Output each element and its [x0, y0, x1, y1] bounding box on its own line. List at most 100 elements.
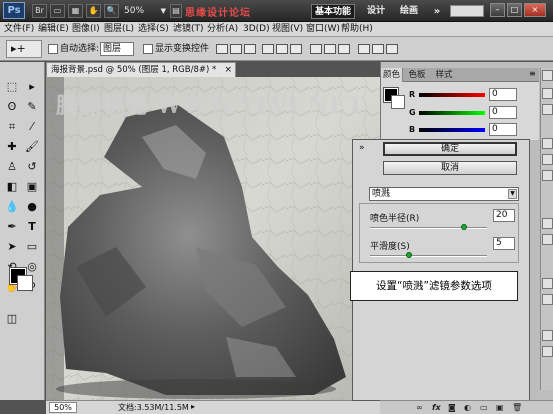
green-value-field[interactable]: 0	[489, 106, 517, 119]
status-menu-arrow-icon[interactable]: ▸	[191, 402, 195, 411]
tool-preset-picker[interactable]: ▸+	[6, 40, 42, 58]
link-layers-icon[interactable]: ∞	[416, 403, 423, 412]
adjustments-icon[interactable]	[542, 88, 553, 99]
new-group-icon[interactable]: ▭	[480, 403, 488, 412]
spray-radius-slider-thumb[interactable]	[460, 224, 467, 230]
smoothness-field[interactable]: 5	[493, 237, 515, 250]
document-tab[interactable]: 海报背景.psd @ 50% (图层 1, RGB/8#) * ×	[46, 62, 236, 77]
minimize-button[interactable]: –	[490, 3, 505, 17]
pen-tool-icon[interactable]: ✒	[3, 218, 21, 235]
distribute-left-icon[interactable]	[358, 44, 370, 54]
gradient-tool-icon[interactable]: ▣	[23, 178, 41, 195]
menu-help[interactable]: 帮助(H)	[341, 23, 373, 36]
actions-icon[interactable]	[542, 234, 553, 245]
align-left-icon[interactable]	[262, 44, 274, 54]
distribute-vcenter-icon[interactable]	[324, 44, 336, 54]
align-top-icon[interactable]	[216, 44, 228, 54]
distribute-bottom-icon[interactable]	[338, 44, 350, 54]
align-bottom-icon[interactable]	[244, 44, 256, 54]
blue-value-field[interactable]: 0	[489, 123, 517, 136]
quick-select-tool-icon[interactable]: ✎	[23, 98, 41, 115]
background-color-swatch[interactable]	[17, 275, 33, 291]
bridge-icon[interactable]: Br	[32, 4, 47, 18]
panel-menu-icon[interactable]: ≡	[529, 69, 536, 78]
tab-swatches[interactable]: 色板	[404, 68, 430, 82]
workspace-essentials-button[interactable]: 基本功能	[311, 4, 355, 19]
align-right-icon[interactable]	[290, 44, 302, 54]
menu-filter[interactable]: 滤镜(T)	[173, 23, 204, 36]
menu-window[interactable]: 窗口(W)	[306, 23, 340, 36]
workspace-design-button[interactable]: 设计	[362, 4, 390, 19]
menu-image[interactable]: 图像(I)	[72, 23, 100, 36]
more-workspaces-button[interactable]: »	[430, 4, 444, 19]
eraser-tool-icon[interactable]: ◧	[3, 178, 21, 195]
green-slider[interactable]	[419, 111, 485, 115]
move-tool-icon[interactable]: ▸	[23, 78, 41, 95]
menu-layer[interactable]: 图层(L)	[104, 23, 134, 36]
align-hcenter-icon[interactable]	[276, 44, 288, 54]
restore-button[interactable]: □	[507, 3, 522, 17]
layers-icon[interactable]	[542, 138, 553, 149]
filter-select[interactable]: 喷溅 ▼	[369, 187, 519, 201]
history-brush-tool-icon[interactable]: ↺	[23, 158, 41, 175]
spray-radius-field[interactable]: 20	[493, 209, 515, 222]
menu-select[interactable]: 选择(S)	[138, 23, 169, 36]
smoothness-slider-thumb[interactable]	[405, 252, 412, 258]
cs-live-search-field[interactable]	[450, 5, 484, 17]
menu-analysis[interactable]: 分析(A)	[207, 23, 238, 36]
arrange-documents-icon[interactable]: ▤	[170, 4, 182, 18]
layer-style-icon[interactable]: fx	[432, 403, 441, 412]
channels-icon[interactable]	[542, 154, 553, 165]
menu-edit[interactable]: 编辑(E)	[38, 23, 69, 36]
collapse-icon[interactable]: »	[359, 143, 365, 153]
distribute-hcenter-icon[interactable]	[372, 44, 384, 54]
character-icon[interactable]	[542, 330, 553, 341]
history-icon[interactable]	[542, 218, 553, 229]
ok-button[interactable]: 确定	[383, 142, 517, 156]
paths-icon[interactable]	[542, 170, 553, 181]
smoothness-slider[interactable]	[370, 252, 487, 258]
delete-layer-icon[interactable]: 🗑	[512, 403, 522, 412]
adjustment-layer-icon[interactable]: ◐	[464, 403, 471, 412]
info-icon[interactable]	[542, 278, 553, 289]
close-document-icon[interactable]: ×	[224, 63, 232, 77]
mini-bridge-icon[interactable]: ▭	[50, 4, 65, 18]
collapse-panels-icon[interactable]	[542, 70, 553, 81]
zoom-tool-icon[interactable]: 🔍	[104, 4, 119, 18]
view-extras-icon[interactable]: ▦	[68, 4, 83, 18]
close-button[interactable]: ×	[524, 3, 546, 17]
menu-file[interactable]: 文件(F)	[4, 23, 34, 36]
document-canvas[interactable]	[46, 77, 380, 400]
healing-brush-tool-icon[interactable]: ✚	[3, 138, 21, 155]
crop-tool-icon[interactable]: ⌗	[3, 118, 21, 135]
dodge-tool-icon[interactable]: ●	[23, 198, 41, 215]
show-transform-checkbox[interactable]	[143, 44, 153, 54]
quick-mask-icon[interactable]: ◫	[3, 310, 21, 327]
menu-3d[interactable]: 3D(D)	[243, 23, 270, 36]
panel-background-swatch[interactable]	[391, 95, 405, 109]
blue-slider[interactable]	[419, 128, 485, 132]
new-layer-icon[interactable]: ▣	[496, 403, 504, 412]
eyedropper-tool-icon[interactable]: ⁄	[23, 118, 41, 135]
brush-tool-icon[interactable]: 🖌	[23, 138, 41, 155]
lasso-tool-icon[interactable]: ʘ	[3, 98, 21, 115]
auto-select-target-select[interactable]: 图层	[100, 42, 134, 56]
zoom-level-select[interactable]: 50% ▼	[124, 4, 168, 18]
align-vcenter-icon[interactable]	[230, 44, 242, 54]
masks-icon[interactable]	[542, 104, 553, 115]
path-select-tool-icon[interactable]: ➤	[3, 238, 21, 255]
workspace-paint-button[interactable]: 绘画	[395, 4, 423, 19]
add-mask-icon[interactable]: ◙	[448, 403, 456, 412]
paragraph-icon[interactable]	[542, 346, 553, 357]
zoom-status-field[interactable]: 50%	[49, 402, 77, 413]
tab-styles[interactable]: 样式	[431, 68, 457, 82]
navigator-icon[interactable]	[542, 294, 553, 305]
blur-tool-icon[interactable]: 💧	[3, 198, 21, 215]
spray-radius-slider[interactable]	[370, 224, 487, 230]
distribute-top-icon[interactable]	[310, 44, 322, 54]
distribute-right-icon[interactable]	[386, 44, 398, 54]
shape-tool-icon[interactable]: ▭	[23, 238, 41, 255]
tab-color[interactable]: 颜色	[381, 68, 403, 82]
menu-view[interactable]: 视图(V)	[272, 23, 303, 36]
marquee-tool-icon[interactable]: ⬚	[3, 78, 21, 95]
